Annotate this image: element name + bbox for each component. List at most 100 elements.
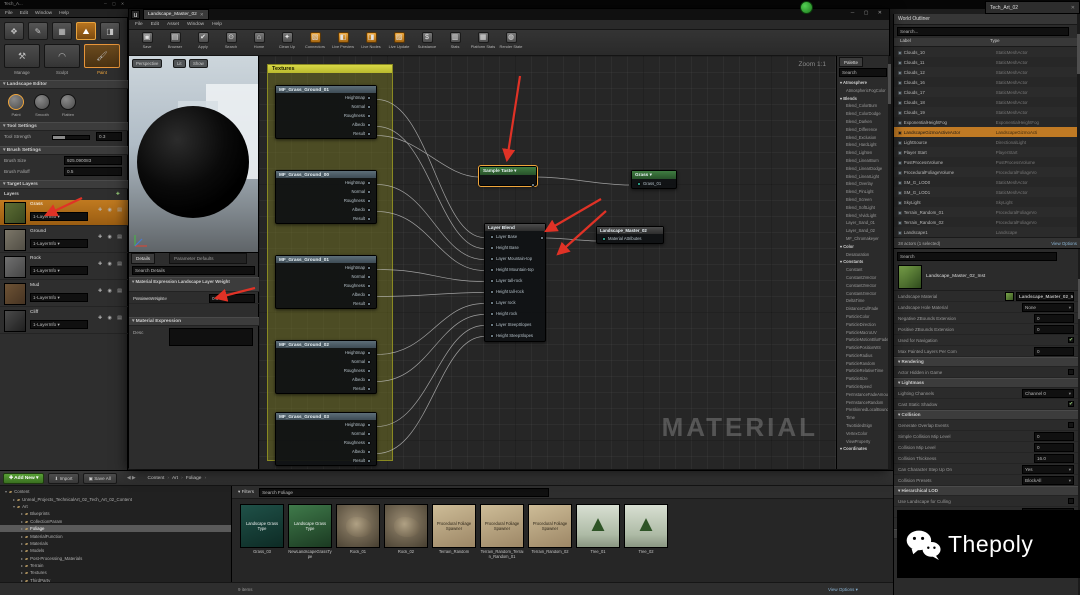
level-tab[interactable]: Tech_Art_02 ✕ [985, 1, 1080, 14]
material-function-node[interactable]: MF_Grass_Ground_01 Heightmap Normal Roug… [275, 255, 377, 309]
layer-action-icons[interactable]: ✚ ◉ ▤ [98, 234, 124, 240]
palette-item[interactable]: Blend_Overlay [837, 180, 889, 188]
layer-action-icons[interactable]: ✚ ◉ ▤ [98, 288, 124, 294]
window-controls[interactable]: ─ ▢ ✕ [851, 10, 886, 16]
folder-tree-item[interactable]: ▸ ▰ Foliage [0, 524, 231, 533]
outliner-row[interactable]: ▣ Clouds_18 StaticMeshActor [894, 97, 1078, 107]
tab-parameter-defaults[interactable]: Parameter Defaults [169, 253, 247, 264]
outliner-row[interactable]: ▣ Landscape1 Landscape [894, 227, 1078, 237]
brush-falloff-value[interactable]: 0.5 [64, 167, 122, 176]
node-input-pin[interactable]: Height rock [485, 308, 545, 319]
folder-tree-item[interactable]: ▸ ▰ Post-Processing_Materials [0, 555, 231, 562]
toolbar-button[interactable]: ⌂ Home [245, 32, 273, 49]
asset-item[interactable]: Rock_01 [336, 504, 380, 582]
asset-thumbnail[interactable]: Landscape Grass Type [288, 504, 332, 548]
outliner-row[interactable]: ▣ Clouds_10 StaticMeshActor [894, 47, 1078, 57]
section-material-expression[interactable]: Material Expression [129, 317, 259, 326]
folder-tree-item[interactable]: ▸ ▰ Terrain [0, 562, 231, 569]
palette-item[interactable]: ViewProperty [837, 438, 889, 446]
detail-row[interactable]: Rendering [894, 357, 1078, 367]
asset-item[interactable]: Tree_01 [576, 504, 620, 582]
folder-tree-item[interactable]: ▾ ▰ Art [0, 503, 231, 510]
target-layer-row[interactable]: Ground 1-LayerInfo ▾ ✚ ◉ ▤ [0, 227, 128, 253]
detail-row[interactable]: Simple Collision Mip Level 0 0 0 [894, 431, 1078, 442]
palette-item[interactable]: ParticleRadius [837, 352, 889, 360]
close-icon[interactable]: ✕ [1071, 5, 1075, 11]
brush-tool-button[interactable] [34, 94, 50, 110]
palette-item[interactable]: PerInstanceFadeAmount [837, 391, 889, 399]
detail-asset-picker[interactable]: Landscape_Master_02_Inst [1005, 291, 1074, 301]
scrollbar[interactable] [888, 56, 891, 469]
asset-thumbnail[interactable] [336, 504, 380, 548]
detail-value-field[interactable]: 0 [1034, 346, 1074, 356]
detail-row[interactable]: Cast Static Shadow [894, 399, 1078, 410]
node-output-pin[interactable]: Normal [276, 357, 376, 366]
material-titlebar[interactable]: u Landscape_Master_02 ✕ ─ ▢ ✕ [129, 9, 889, 20]
palette-item[interactable]: ParticleSize [837, 375, 889, 383]
palette-item[interactable]: Coordinates [837, 445, 889, 453]
record-indicator-icon[interactable] [800, 1, 813, 14]
detail-dropdown[interactable]: Channel 0 [1022, 388, 1074, 398]
layer-info-dropdown[interactable]: 1-LayerInfo ▾ [30, 266, 88, 275]
outliner-row[interactable]: ▣ ExponentialHeightFog ExponentialHeight… [894, 117, 1078, 127]
folder-tree-item[interactable]: ▸ ▰ Blueprints [0, 510, 231, 517]
desc-input[interactable] [169, 328, 253, 346]
save-all-button[interactable]: ▣ Save All [82, 472, 117, 484]
folder-tree-item[interactable]: ▸ ▰ Materials [0, 540, 231, 547]
toolbar-button[interactable]: ◨ Live Nodes [357, 32, 385, 49]
view-options[interactable]: View Options ▾ [828, 587, 858, 593]
node-input-pin[interactable]: Height tall-rock [485, 286, 545, 297]
palette-item[interactable]: Blend_Difference [837, 126, 889, 134]
palette-item[interactable]: ParticlePositionWS [837, 344, 889, 352]
node-output-pin[interactable]: Roughness [276, 438, 376, 447]
toolbar-button[interactable]: ⊙ Search [217, 32, 245, 49]
target-layer-row[interactable]: Mud 1-LayerInfo ▾ ✚ ◉ ▤ [0, 281, 128, 307]
outliner-row[interactable]: ▣ Clouds_19 StaticMeshActor [894, 107, 1078, 117]
folder-tree-item[interactable]: ▸ ▰ MaterialFunction [0, 532, 231, 539]
node-output-pin[interactable]: Roughness [276, 366, 376, 375]
detail-row[interactable]: Hierarchical LOD [894, 486, 1078, 496]
brush-size-value[interactable]: 925.090083 [64, 156, 122, 165]
detail-row[interactable]: Max Painted Layers Per Com 0 0 0 [894, 346, 1078, 357]
detail-checkbox[interactable] [1068, 498, 1074, 504]
menu-item[interactable]: File [5, 11, 13, 16]
node-output-pin[interactable]: Result [276, 384, 376, 393]
palette-item[interactable]: Time [837, 414, 889, 422]
layer-action-icons[interactable]: ✚ ◉ ▤ [98, 261, 124, 267]
window-controls[interactable]: ─ ▢ ✕ [104, 1, 126, 6]
palette-item[interactable]: Layer_Sand_02 [837, 227, 889, 235]
detail-row[interactable]: Collision Thickness 16.0 16.0 16.0 [894, 453, 1078, 464]
detail-row[interactable]: Used for Navigation [894, 335, 1078, 346]
import-button[interactable]: ⬇ Import [48, 472, 79, 484]
detail-row[interactable]: Lighting Channels Channel 0 Channel 0 Ch… [894, 388, 1078, 399]
toolbar-button[interactable]: ▣ Save [133, 32, 161, 49]
palette-search-input[interactable]: Search [839, 68, 887, 77]
target-layer-row[interactable]: Grass 1-LayerInfo ▾ ✚ ◉ ▤ [0, 200, 128, 226]
palette-item[interactable]: Blend_LinearBurn [837, 157, 889, 165]
material-node-graph[interactable]: Textures MF_Grass_Ground_01 Heightmap No… [259, 56, 836, 469]
outliner-row[interactable]: ▣ Clouds_12 StaticMeshActor [894, 67, 1078, 77]
detail-value-field[interactable]: 0 [1034, 313, 1074, 323]
node-output-pin[interactable]: Heightmap [276, 420, 376, 429]
menu-item[interactable]: Asset [167, 22, 179, 27]
node-output-pin[interactable]: Heightmap [276, 348, 376, 357]
palette-item[interactable]: Constant4Vector [837, 290, 889, 298]
palette-item[interactable]: ParticleSpeed [837, 383, 889, 391]
detail-row[interactable]: Actor Hidden in Game [894, 367, 1078, 378]
breadcrumb-item[interactable]: Foliage [186, 476, 209, 481]
tool-strength-value[interactable]: 0.3 [96, 132, 122, 141]
node-output-pin[interactable]: Normal [276, 187, 376, 196]
folder-tree-item[interactable]: ▸ ▰ Models [0, 547, 231, 554]
editor-mode-icon[interactable]: ▦ [52, 22, 72, 40]
toolbar-button[interactable]: ▤ Browser [161, 32, 189, 49]
landscape-mode-button[interactable]: 🖌 [84, 44, 120, 68]
node-input-pin[interactable]: Material Attributes [597, 234, 663, 243]
pin-dot[interactable] [531, 183, 535, 187]
folder-tree-item[interactable]: ▸ ▰ Unreal_Projects_TechnicalArt_02_Tech… [0, 495, 231, 502]
outliner-row[interactable]: ▣ SkyLight SkyLight [894, 197, 1078, 207]
preview-sphere[interactable] [137, 106, 249, 218]
world-outliner-header[interactable]: World Outliner [894, 14, 1080, 25]
viewport-menu-button[interactable]: Lit [173, 59, 186, 68]
asset-thumbnail[interactable]: Procedural Foliage Spawner [528, 504, 572, 548]
palette-item[interactable]: MF_Chromakeyer [837, 235, 889, 243]
